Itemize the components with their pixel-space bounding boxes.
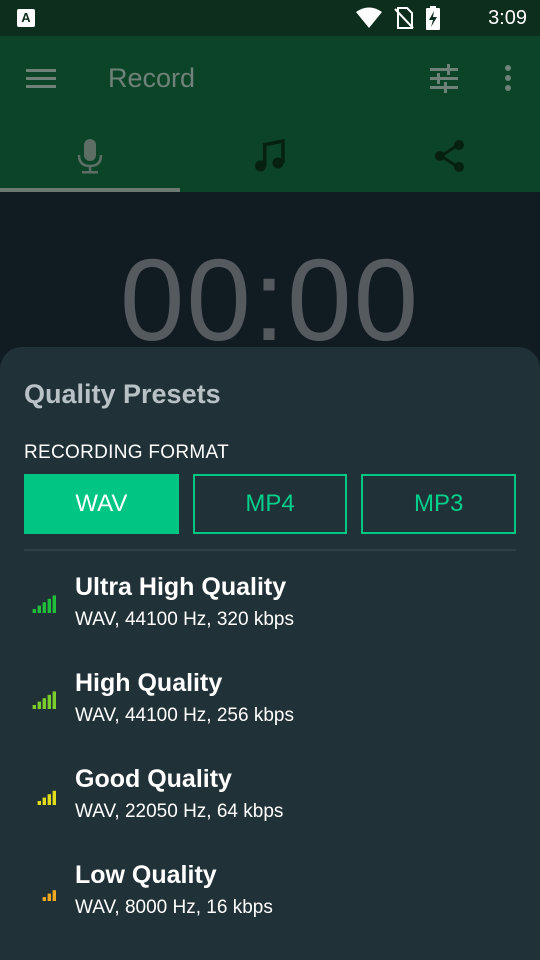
signal-strength-icon — [37, 790, 56, 805]
signal-bar — [52, 595, 56, 613]
divider — [24, 549, 516, 551]
signal-bar — [47, 694, 51, 709]
format-wav-button[interactable]: WAV — [24, 474, 179, 534]
format-mp3-button[interactable]: MP3 — [361, 474, 517, 534]
signal-strength-icon — [32, 691, 56, 709]
signal-bar — [42, 698, 46, 709]
tab-recordings[interactable] — [180, 120, 360, 192]
signal-strength-icon — [32, 595, 56, 613]
signal-bar — [42, 797, 46, 805]
status-time: 3:09 — [488, 7, 527, 29]
signal-bar — [32, 705, 36, 709]
timer-area: 00:00 — [0, 192, 540, 372]
tab-record[interactable] — [0, 120, 180, 192]
signal-bar — [47, 598, 51, 613]
menu-icon[interactable] — [26, 66, 58, 92]
recording-format-label: RECORDING FORMAT — [24, 442, 229, 463]
signal-bar — [37, 801, 41, 805]
signal-bar — [52, 691, 56, 709]
signal-bar — [47, 893, 51, 901]
signal-bar — [52, 890, 56, 901]
signal-bar — [47, 794, 51, 805]
status-bar: A 3:09 — [0, 0, 540, 36]
signal-bar — [37, 701, 41, 709]
preset-title: Ultra High Quality — [75, 573, 287, 601]
signal-bar — [32, 609, 36, 613]
signal-strength-icon — [42, 890, 56, 901]
preset-high-quality[interactable]: High Quality WAV, 44100 Hz, 256 kbps — [0, 653, 540, 749]
tune-icon[interactable] — [428, 62, 460, 94]
format-mp4-button[interactable]: MP4 — [192, 474, 348, 534]
preset-low-quality[interactable]: Low Quality WAV, 8000 Hz, 16 kbps — [0, 845, 540, 941]
preset-good-quality[interactable]: Good Quality WAV, 22050 Hz, 64 kbps — [0, 749, 540, 845]
preset-details: WAV, 44100 Hz, 256 kbps — [75, 705, 294, 726]
app-bar: Record — [0, 36, 540, 192]
preset-ultra-high-quality[interactable]: Ultra High Quality WAV, 44100 Hz, 320 kb… — [0, 557, 540, 653]
preset-details: WAV, 44100 Hz, 320 kbps — [75, 609, 294, 630]
more-vert-icon[interactable] — [492, 62, 524, 94]
wifi-icon — [356, 7, 382, 28]
recording-timer: 00:00 — [119, 235, 421, 365]
app-notification-icon: A — [17, 9, 35, 27]
microphone-icon — [77, 139, 103, 174]
preset-title: Good Quality — [75, 765, 232, 793]
no-sim-icon — [394, 7, 414, 29]
music-note-icon — [255, 139, 285, 172]
preset-details: WAV, 22050 Hz, 64 kbps — [75, 801, 284, 822]
share-icon — [435, 140, 464, 172]
preset-title: Low Quality — [75, 861, 217, 889]
page-title: Record — [108, 63, 196, 93]
signal-bar — [42, 602, 46, 613]
preset-list: Ultra High Quality WAV, 44100 Hz, 320 kb… — [0, 557, 540, 941]
format-selector: WAV MP4 MP3 — [24, 474, 517, 534]
battery-charging-icon — [426, 6, 440, 30]
signal-bar — [52, 790, 56, 805]
preset-title: High Quality — [75, 669, 223, 697]
preset-details: WAV, 8000 Hz, 16 kbps — [75, 897, 273, 918]
tab-bar — [0, 120, 540, 192]
quality-presets-sheet: Quality Presets RECORDING FORMAT WAV MP4… — [0, 347, 540, 960]
signal-bar — [42, 897, 46, 901]
sheet-title: Quality Presets — [24, 379, 221, 409]
system-icons — [356, 6, 440, 30]
signal-bar — [37, 605, 41, 613]
tab-share[interactable] — [360, 120, 540, 192]
